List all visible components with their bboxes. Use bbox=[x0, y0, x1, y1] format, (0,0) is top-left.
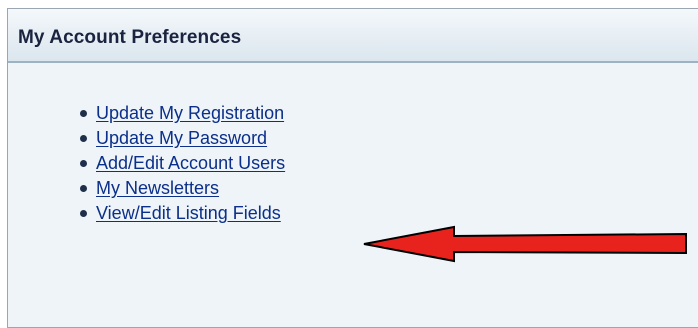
bullet-icon bbox=[80, 135, 87, 142]
bullet-icon bbox=[80, 210, 87, 217]
bullet-icon bbox=[80, 185, 87, 192]
add-edit-account-users-link[interactable]: Add/Edit Account Users bbox=[96, 153, 285, 173]
panel-header: My Account Preferences bbox=[8, 9, 698, 63]
update-registration-link[interactable]: Update My Registration bbox=[96, 103, 284, 123]
list-item: View/Edit Listing Fields bbox=[0, 202, 285, 227]
bullet-icon bbox=[80, 160, 87, 167]
arrow-left-icon bbox=[363, 225, 687, 263]
update-password-link[interactable]: Update My Password bbox=[96, 128, 267, 148]
list-item: Add/Edit Account Users bbox=[0, 152, 285, 177]
list-item: Update My Registration bbox=[0, 102, 285, 127]
list-item: Update My Password bbox=[0, 127, 285, 152]
my-newsletters-link[interactable]: My Newsletters bbox=[96, 178, 219, 198]
bullet-icon bbox=[80, 110, 87, 117]
view-edit-listing-fields-link[interactable]: View/Edit Listing Fields bbox=[96, 203, 281, 223]
panel-title: My Account Preferences bbox=[18, 27, 242, 48]
preferences-menu: Update My Registration Update My Passwor… bbox=[0, 102, 285, 227]
list-item: My Newsletters bbox=[0, 177, 285, 202]
